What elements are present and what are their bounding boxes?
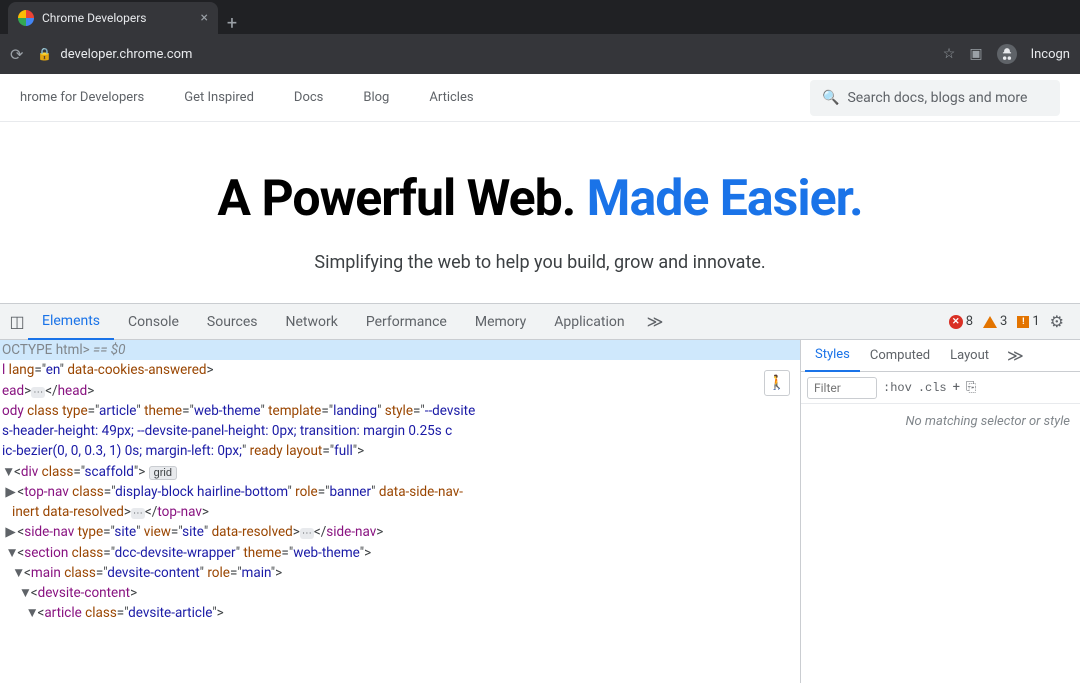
address-bar-row: ⟳ 🔒 developer.chrome.com ☆ ▣ Incogn <box>0 34 1080 74</box>
styles-panel: Styles Computed Layout ≫ :hov .cls + ⎘ N… <box>800 340 1080 683</box>
styles-filter-row: :hov .cls + ⎘ <box>801 372 1080 404</box>
dom-doctype[interactable]: OCTYPE html> == $0 <box>0 340 800 360</box>
site-header: hrome for Developers Get Inspired Docs B… <box>0 74 1080 122</box>
nav-articles[interactable]: Articles <box>429 90 473 105</box>
tab-performance[interactable]: Performance <box>352 304 461 340</box>
devtools-tabs: Elements Console Sources Network Perform… <box>28 304 639 340</box>
inspect-icon[interactable]: ◫ <box>6 312 28 331</box>
tab-console[interactable]: Console <box>114 304 193 340</box>
devtools-status: ✕8 3 !1 ⚙ <box>949 312 1074 331</box>
dom-devsite-content[interactable]: ▼<devsite-content> <box>0 583 800 603</box>
site-nav: hrome for Developers Get Inspired Docs B… <box>20 90 474 105</box>
hero-subtitle: Simplifying the web to help you build, g… <box>20 252 1060 273</box>
dom-html[interactable]: l lang="en" data-cookies-answered> <box>0 360 800 380</box>
dom-main[interactable]: ▼<main class="devsite-content" role="mai… <box>0 563 800 583</box>
new-tab-button[interactable]: + <box>218 13 246 34</box>
tab-sources[interactable]: Sources <box>193 304 272 340</box>
incognito-label: Incogn <box>1031 47 1070 62</box>
lock-icon: 🔒 <box>37 47 52 61</box>
tab-styles[interactable]: Styles <box>805 340 860 372</box>
cls-button[interactable]: .cls <box>918 381 947 395</box>
tab-layout[interactable]: Layout <box>940 340 999 372</box>
hov-button[interactable]: :hov <box>883 381 912 395</box>
site-search[interactable]: 🔍 Search docs, blogs and more <box>810 80 1060 116</box>
tab-strip: Chrome Developers × + <box>0 0 1080 34</box>
nav-chrome-developers[interactable]: hrome for Developers <box>20 90 144 105</box>
chrome-icon <box>18 10 34 26</box>
tab-title: Chrome Developers <box>42 11 193 25</box>
devtools: ◫ Elements Console Sources Network Perfo… <box>0 303 1080 683</box>
search-placeholder: Search docs, blogs and more <box>847 90 1027 106</box>
address-bar[interactable]: 🔒 developer.chrome.com <box>37 47 928 62</box>
nav-get-inspired[interactable]: Get Inspired <box>184 90 254 105</box>
nav-blog[interactable]: Blog <box>363 90 389 105</box>
hero-title: A Powerful Web. Made Easier. <box>20 170 1060 228</box>
tab-network[interactable]: Network <box>272 304 352 340</box>
tab-computed[interactable]: Computed <box>860 340 940 372</box>
incognito-icon[interactable] <box>997 44 1017 64</box>
browser-actions: ☆ ▣ Incogn <box>943 44 1070 64</box>
styles-tabs: Styles Computed Layout ≫ <box>801 340 1080 372</box>
more-styles-tabs-icon[interactable]: ≫ <box>999 346 1032 365</box>
elements-panel[interactable]: 🚶 OCTYPE html> == $0 l lang="en" data-co… <box>0 340 800 683</box>
styles-filter-input[interactable] <box>807 377 877 399</box>
styles-empty-message: No matching selector or style <box>801 404 1080 439</box>
warning-count[interactable]: 3 <box>983 314 1007 329</box>
dom-head[interactable]: ead>⋯</head> <box>0 381 800 401</box>
star-icon[interactable]: ☆ <box>943 46 956 62</box>
more-tabs-icon[interactable]: ≫ <box>639 312 672 331</box>
tab-memory[interactable]: Memory <box>461 304 540 340</box>
close-icon[interactable]: × <box>201 10 208 26</box>
tab-elements[interactable]: Elements <box>28 304 114 340</box>
dom-body[interactable]: ody class type="article" theme="web-them… <box>0 401 800 421</box>
browser-chrome: Chrome Developers × + ⟳ 🔒 developer.chro… <box>0 0 1080 74</box>
extensions-icon[interactable]: ▣ <box>969 46 982 62</box>
dom-body-style[interactable]: s-header-height: 49px; --devsite-panel-h… <box>0 421 800 441</box>
dom-sidenav[interactable]: ▶<side-nav type="site" view="site" data-… <box>0 522 800 542</box>
issue-count[interactable]: !1 <box>1017 314 1039 329</box>
browser-tab[interactable]: Chrome Developers × <box>8 2 218 34</box>
dom-section[interactable]: ▼<section class="dcc-devsite-wrapper" th… <box>0 543 800 563</box>
nav-docs[interactable]: Docs <box>294 90 323 105</box>
search-icon: 🔍 <box>822 90 839 106</box>
gear-icon[interactable]: ⚙ <box>1050 312 1064 331</box>
dom-scaffold[interactable]: ▼<div class="scaffold"> grid <box>0 462 800 482</box>
url-text: developer.chrome.com <box>60 47 192 62</box>
devtools-body: 🚶 OCTYPE html> == $0 l lang="en" data-co… <box>0 340 1080 683</box>
accessibility-icon[interactable]: 🚶 <box>764 370 790 396</box>
dom-topnav[interactable]: ▶<top-nav class="display-block hairline-… <box>0 482 800 502</box>
dom-article[interactable]: ▼<article class="devsite-article"> <box>0 603 800 623</box>
reload-icon[interactable]: ⟳ <box>10 45 23 64</box>
grid-badge[interactable]: grid <box>149 466 177 480</box>
devtools-toolbar: ◫ Elements Console Sources Network Perfo… <box>0 304 1080 340</box>
dom-body-style2[interactable]: ic-bezier(0, 0, 0.3, 1) 0s; margin-left:… <box>0 441 800 461</box>
computed-toggle-icon[interactable]: ⎘ <box>966 380 976 395</box>
hero: A Powerful Web. Made Easier. Simplifying… <box>0 122 1080 303</box>
tab-application[interactable]: Application <box>540 304 638 340</box>
dom-topnav2[interactable]: inert data-resolved>⋯</top-nav> <box>0 502 800 522</box>
new-style-icon[interactable]: + <box>953 380 960 395</box>
error-count[interactable]: ✕8 <box>949 314 973 329</box>
